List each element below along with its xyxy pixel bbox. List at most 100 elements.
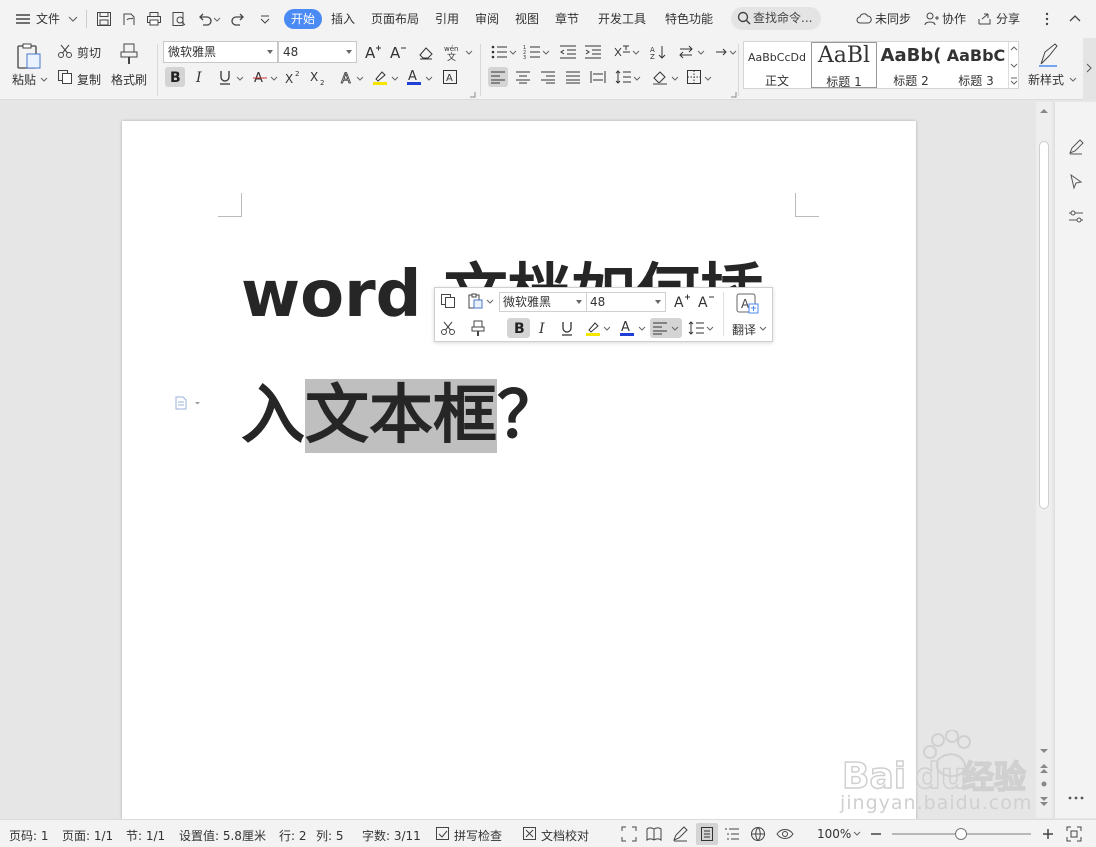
font-name-select[interactable]: 微软雅黑 [163,41,278,63]
copy-icon[interactable] [438,291,458,311]
increase-indent-icon[interactable] [583,42,603,62]
chevron-down-icon[interactable] [759,325,767,333]
copy-button[interactable]: 复制 [77,71,101,88]
format-painter-button[interactable]: 格式刷 [111,71,147,88]
tab-insert[interactable]: 插入 [331,10,355,27]
superscript-button[interactable]: X2 [283,67,303,87]
font-color-icon[interactable]: A [404,67,424,87]
new-style-icon[interactable] [1037,42,1061,68]
style-heading-3[interactable]: AaBbC 标题 3 [943,42,1009,88]
paragraph-handle-icon[interactable] [174,396,204,410]
more-vertical-icon[interactable] [1038,10,1056,28]
redo-icon[interactable] [229,10,247,28]
zoom-out-icon[interactable] [869,827,883,841]
style-heading-2[interactable]: AaBb( 标题 2 [878,42,944,88]
tab-review[interactable]: 审阅 [475,10,499,27]
chevron-down-icon[interactable] [1069,76,1077,84]
tab-home[interactable]: 开始 [284,9,323,29]
alignment-dropdown[interactable] [650,318,682,338]
character-border-icon[interactable]: A [440,67,460,87]
chevron-down-icon[interactable] [236,75,244,83]
mini-font-name-select[interactable]: 微软雅黑 [499,292,587,312]
status-word-count[interactable]: 字数: 3/11 [362,827,421,844]
chevron-down-icon[interactable] [633,75,641,83]
format-painter-icon[interactable] [468,318,488,338]
zoom-in-icon[interactable] [1041,827,1055,841]
cut-icon[interactable] [57,43,73,59]
copy-icon[interactable] [57,69,73,85]
underline-button[interactable] [557,318,577,338]
status-page-number[interactable]: 页码: 1 [9,827,49,844]
chevron-down-icon[interactable] [706,325,714,333]
chevron-down-icon[interactable] [603,325,611,333]
save-icon[interactable] [95,10,113,28]
sync-status[interactable]: 未同步 [875,10,911,27]
status-section[interactable]: 节: 1/1 [126,827,165,844]
spell-check-icon[interactable] [435,826,450,841]
styles-scroll[interactable] [1008,42,1019,88]
command-search[interactable]: 查找命令... [731,7,821,30]
status-row[interactable]: 行: 2 [279,827,307,844]
borders-icon[interactable] [684,67,704,87]
paste-button[interactable]: 粘贴 [12,71,36,88]
format-painter-icon[interactable] [118,42,140,66]
chevron-down-icon[interactable] [425,75,433,83]
chevron-down-icon[interactable] [697,49,705,57]
chevron-down-icon[interactable] [356,75,364,83]
eye-protection-icon[interactable] [776,826,794,842]
scroll-up-icon[interactable] [1040,108,1048,114]
font-size-select[interactable]: 48 [278,41,357,63]
decrease-font-size-icon[interactable]: A [696,291,716,311]
font-color-icon[interactable]: A [617,318,637,338]
export-pdf-icon[interactable] [120,10,138,28]
line-spacing-icon[interactable] [613,67,633,87]
tab-view[interactable]: 视图 [515,10,539,27]
cursor-select-icon[interactable] [1067,173,1085,191]
share-icon[interactable] [976,10,994,28]
align-right-icon[interactable] [538,67,558,87]
fit-page-icon[interactable] [1066,826,1082,842]
heading-line-2[interactable]: 入文本框？ [241,364,561,456]
mini-font-size-select[interactable]: 48 [586,292,666,312]
hamburger-menu-icon[interactable] [14,10,32,28]
status-pages[interactable]: 页面: 1/1 [62,827,113,844]
font-dialog-launcher-icon[interactable] [470,92,476,98]
cloud-sync-icon[interactable] [855,10,873,28]
numbered-list-icon[interactable]: 123 [522,42,542,62]
edit-pen-icon[interactable] [1067,138,1085,156]
doc-proofread-button[interactable]: 文档校对 [541,827,589,844]
tab-developer[interactable]: 开发工具 [598,10,646,27]
chevron-down-icon[interactable] [632,49,640,57]
italic-button[interactable]: I [533,318,553,338]
subscript-button[interactable]: X2 [308,67,328,87]
file-menu[interactable]: 文件 [36,10,60,27]
collaborate-button[interactable]: 协作 [942,10,966,27]
new-style-button[interactable]: 新样式 [1028,71,1064,88]
chevron-down-icon[interactable] [853,831,861,837]
paste-dropdown-icon[interactable] [40,76,48,84]
write-mode-icon[interactable] [672,826,688,842]
style-normal[interactable]: AaBbCcDd 正文 [744,42,810,88]
chevron-down-icon[interactable] [509,49,517,57]
chevron-down-icon[interactable] [391,75,399,83]
tab-special-features[interactable]: 特色功能 [665,10,713,27]
paragraph-dialog-launcher-icon[interactable] [731,92,737,98]
underline-button[interactable] [215,67,235,87]
zoom-level[interactable]: 100% [817,827,851,841]
decrease-indent-icon[interactable] [558,42,578,62]
bold-button[interactable]: B [507,318,530,338]
sort-icon[interactable]: AZ [648,42,668,62]
chevron-down-icon[interactable] [270,75,278,83]
page-view-button[interactable] [696,823,718,845]
collaborate-icon[interactable] [922,10,940,28]
tab-chapter[interactable]: 章节 [555,10,579,27]
align-left-icon[interactable] [488,67,508,87]
more-horizontal-icon[interactable] [1067,794,1085,802]
adjust-settings-icon[interactable] [1067,208,1085,226]
highlight-color-icon[interactable] [370,67,390,87]
full-screen-icon[interactable] [621,826,637,842]
reading-mode-icon[interactable] [646,826,662,842]
translate-icon[interactable]: A [735,292,761,316]
decrease-font-size-icon[interactable]: A [388,42,408,62]
share-button[interactable]: 分享 [996,10,1020,27]
